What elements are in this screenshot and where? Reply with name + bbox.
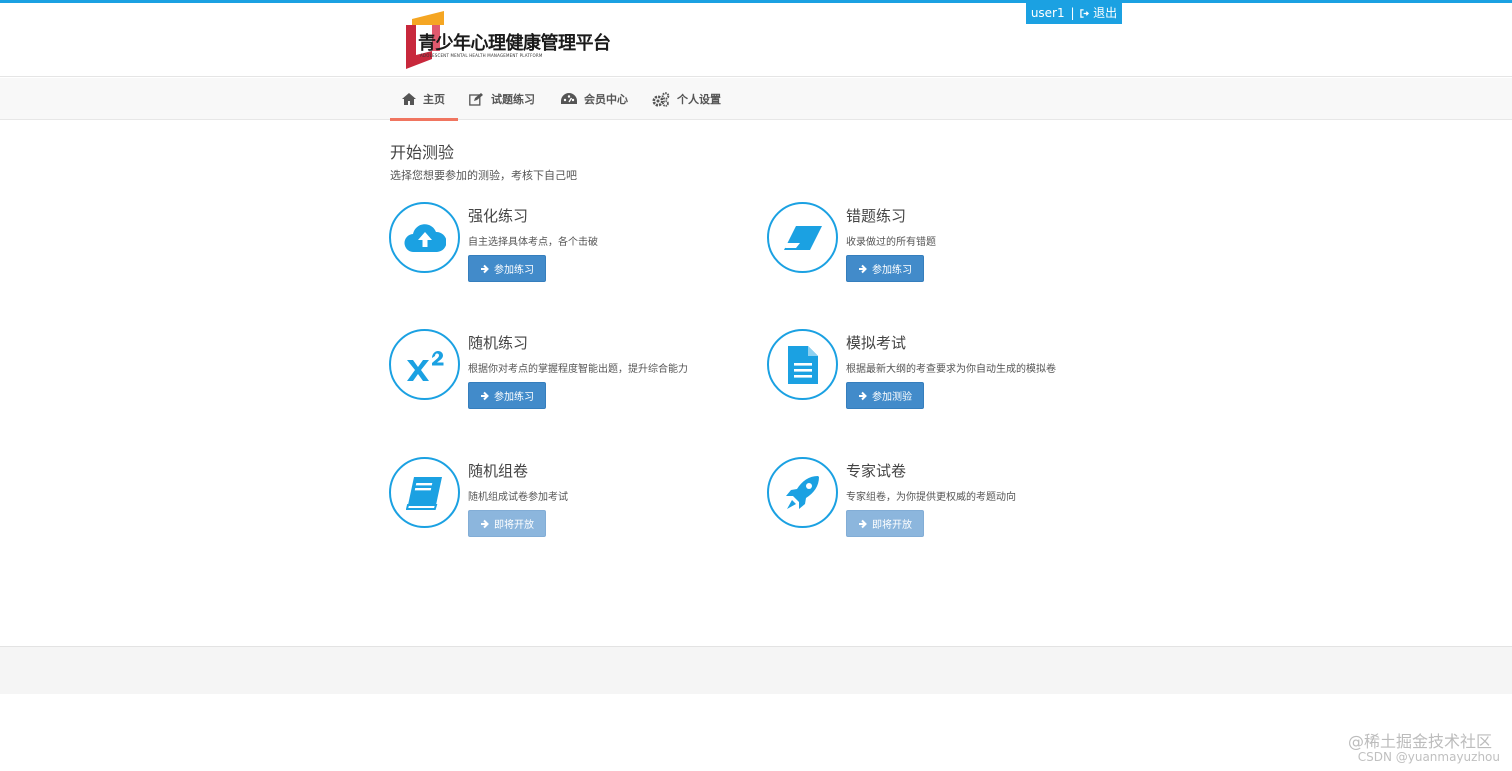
card-title: 随机练习 [468,334,529,352]
gears-icon [652,91,670,107]
logo: 青少年心理健康管理平台 ADOLESCENT MENTAL HEALTH MAN… [404,11,614,69]
document-icon [787,345,818,384]
button-label: 参加练习 [494,265,534,276]
card-title: 错题练习 [846,207,907,225]
join-exam-button[interactable]: 参加测验 [846,382,924,409]
nav-item-exercises[interactable]: 试题练习 [469,78,535,120]
card-icon-circle [767,457,838,528]
arrow-right-icon [481,264,489,273]
card-title: 强化练习 [468,207,529,225]
arrow-right-icon [859,519,867,528]
rocket-icon [785,475,819,509]
arrow-right-icon [481,519,489,528]
username-link[interactable]: user1 [1031,6,1065,20]
coming-soon-button[interactable]: 即将开放 [846,510,924,537]
cloud-upload-icon [404,223,446,252]
nav-item-label: 会员中心 [584,93,628,106]
card-title: 模拟考试 [846,334,907,352]
nav-item-label: 试题练习 [491,93,535,106]
card-icon-circle [767,202,838,273]
button-label: 参加练习 [494,392,534,403]
arrow-right-icon [481,391,489,400]
nav-item-member-center[interactable]: 会员中心 [561,78,628,120]
card-random-practice: 随机练习 根据你对考点的掌握程度智能出题，提升综合能力 参加练习 [389,329,759,415]
card-icon-circle [389,202,460,273]
user-separator: | [1070,6,1075,20]
watermark-csdn: CSDN @yuanmayuzhou [1357,750,1500,764]
card-icon-circle [389,329,460,400]
button-label: 即将开放 [494,520,534,531]
card-description: 收录做过的所有错题 [846,237,936,248]
button-label: 参加测验 [872,392,912,403]
join-practice-button[interactable]: 参加练习 [846,255,924,282]
card-expert-paper: 专家试卷 专家组卷，为你提供更权威的考题动向 即将开放 [767,457,1137,543]
card-description: 随机组成试卷参加考试 [468,492,568,503]
card-icon-circle [767,329,838,400]
logout-icon [1080,9,1090,18]
card-title: 专家试卷 [846,462,907,480]
logo-title: 青少年心理健康管理平台 [418,33,611,54]
logo-subtitle: ADOLESCENT MENTAL HEALTH MANAGEMENT PLAT… [420,53,543,58]
nav-item-label: 个人设置 [677,93,721,106]
nav-item-home[interactable]: 主页 [390,78,458,121]
coming-soon-button[interactable]: 即将开放 [468,510,546,537]
book-icon [405,476,442,510]
logout-link[interactable]: 退出 [1080,6,1117,20]
card-description: 自主选择具体考点，各个击破 [468,237,598,248]
page-subtitle: 选择您想要参加的测验，考核下自己吧 [390,169,577,182]
card-icon-circle [389,457,460,528]
nav-item-personal-settings[interactable]: 个人设置 [652,78,721,120]
card-description: 根据最新大纲的考查要求为你自动生成的模拟卷 [846,364,1056,375]
superscript-icon [406,350,443,381]
home-icon [402,93,416,105]
card-random-paper: 随机组卷 随机组成试卷参加考试 即将开放 [389,457,759,543]
edit-icon [469,92,483,106]
arrow-right-icon [859,264,867,273]
button-label: 参加练习 [872,265,912,276]
arrow-right-icon [859,391,867,400]
card-title: 随机组卷 [468,462,529,480]
page-title: 开始测验 [390,143,455,162]
card-description: 专家组卷，为你提供更权威的考题动向 [846,492,1016,503]
card-mock-exam: 模拟考试 根据最新大纲的考查要求为你自动生成的模拟卷 参加测验 [767,329,1137,415]
button-label: 即将开放 [872,520,912,531]
header: 青少年心理健康管理平台 ADOLESCENT MENTAL HEALTH MAN… [0,3,1512,77]
card-wrong-questions: 错题练习 收录做过的所有错题 参加练习 [767,202,1137,288]
card-intensive-practice: 强化练习 自主选择具体考点，各个击破 参加练习 [389,202,759,288]
logout-label: 退出 [1093,6,1118,20]
join-practice-button[interactable]: 参加练习 [468,382,546,409]
user-box: user1 | 退出 [1026,3,1122,24]
join-practice-button[interactable]: 参加练习 [468,255,546,282]
footer [0,646,1512,694]
dashboard-icon [561,93,577,104]
watermark-juejin: @稀土掘金技术社区 [1347,732,1492,751]
card-description: 根据你对考点的掌握程度智能出题，提升综合能力 [468,364,688,375]
eraser-icon [783,225,822,250]
main-navbar: 主页 试题练习 会员中心 个人设置 [0,78,1512,121]
nav-item-label: 主页 [423,93,445,106]
